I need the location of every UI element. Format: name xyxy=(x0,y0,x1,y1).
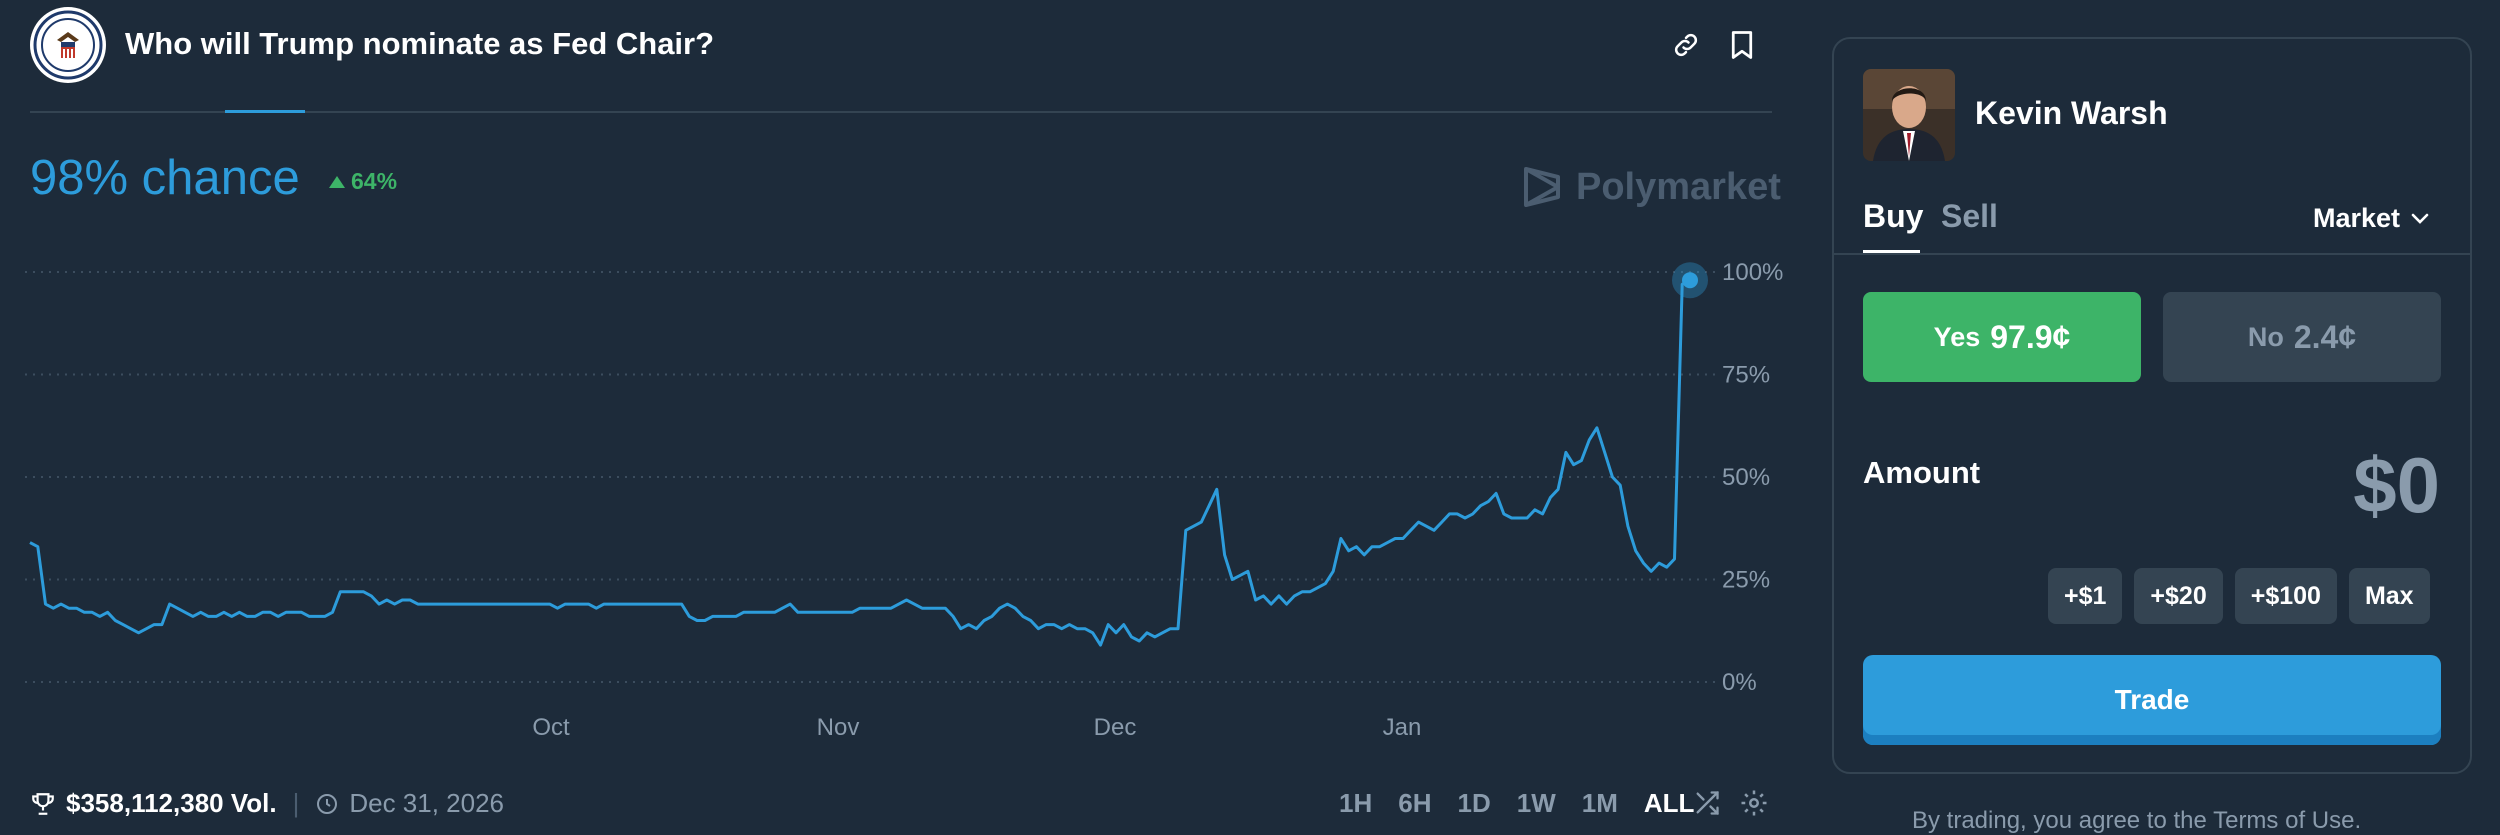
triangle-up-icon xyxy=(329,175,345,188)
y-tick-label: 100% xyxy=(1722,259,1783,286)
footer-separator: | xyxy=(292,788,300,818)
chance-delta-value: 64% xyxy=(351,168,398,194)
no-label: No xyxy=(2247,321,2284,352)
chevron-down-icon xyxy=(2411,213,2429,224)
x-tick-label: Jan xyxy=(1383,714,1422,741)
market-logo-icon xyxy=(30,7,106,83)
buy-yes-button[interactable]: Yes 97.9¢ xyxy=(1863,292,2141,382)
link-icon[interactable] xyxy=(1667,26,1705,64)
add-1-button[interactable]: +$1 xyxy=(2048,568,2123,624)
current-point xyxy=(1682,272,1698,289)
price-line xyxy=(29,278,1691,647)
max-button[interactable]: Max xyxy=(2348,568,2430,624)
amount-label: Amount xyxy=(1863,455,1981,490)
yes-price: 97.9¢ xyxy=(1990,318,2071,355)
shuffle-icon[interactable] xyxy=(1690,786,1724,820)
price-chart[interactable]: 100% 75% 50% 25% 0% Oct Nov Dec Jan xyxy=(0,240,1790,760)
amount-input[interactable]: $0 xyxy=(2280,440,2440,531)
settings-gear-icon[interactable] xyxy=(1737,786,1771,820)
market-title: Who will Trump nominate as Fed Chair? xyxy=(125,26,715,61)
add-20-button[interactable]: +$20 xyxy=(2134,568,2223,624)
range-1d[interactable]: 1D xyxy=(1445,788,1504,819)
chance-delta: 64% xyxy=(328,168,397,195)
y-tick-label: 25% xyxy=(1722,567,1770,594)
volume-text: $358,112,380 Vol. xyxy=(66,788,277,818)
polymarket-logo-icon xyxy=(1524,167,1560,207)
x-tick-label: Oct xyxy=(532,714,570,741)
range-1m[interactable]: 1M xyxy=(1569,788,1631,819)
chance-value: 98% chance xyxy=(30,151,300,205)
trophy-icon xyxy=(32,792,54,815)
y-tick-label: 75% xyxy=(1722,362,1770,389)
amount-chips: +$1 +$20 +$100 Max xyxy=(2048,568,2430,624)
watermark-text: Polymarket xyxy=(1576,165,1781,208)
y-tick-label: 0% xyxy=(1722,669,1757,696)
range-6h[interactable]: 6H xyxy=(1385,788,1444,819)
order-type-label: Market xyxy=(2313,203,2401,233)
tab-sell[interactable]: Sell xyxy=(1941,198,1998,235)
no-price: 2.4¢ xyxy=(2293,318,2357,355)
candidate-name: Kevin Warsh xyxy=(1975,95,2168,131)
panel-divider xyxy=(1834,253,2470,255)
tab-buy[interactable]: Buy xyxy=(1863,198,1923,235)
yes-label: Yes xyxy=(1933,321,1981,352)
order-type-dropdown[interactable]: Market xyxy=(2313,203,2430,234)
terms-text: By trading, you agree to the Terms of Us… xyxy=(1912,807,2362,834)
market-stats: $358,112,380 Vol. | Dec 31, 2026 xyxy=(30,788,504,819)
candidate-avatar xyxy=(1863,69,1955,161)
end-date: Dec 31, 2026 xyxy=(349,788,505,818)
clock-icon xyxy=(317,793,338,814)
buy-no-button[interactable]: No 2.4¢ xyxy=(2163,292,2441,382)
bookmark-icon[interactable] xyxy=(1723,26,1761,64)
time-range-selector: 1H 6H 1D 1W 1M ALL xyxy=(1326,788,1707,819)
x-tick-label: Nov xyxy=(817,714,860,741)
trade-button[interactable]: Trade xyxy=(1863,655,2441,745)
polymarket-watermark: Polymarket xyxy=(1522,165,1781,209)
x-tick-label: Dec xyxy=(1094,714,1137,741)
add-100-button[interactable]: +$100 xyxy=(2234,568,2337,624)
y-tick-label: 50% xyxy=(1722,464,1770,491)
range-1w[interactable]: 1W xyxy=(1504,788,1569,819)
range-1h[interactable]: 1H xyxy=(1326,788,1385,819)
active-tab-indicator xyxy=(225,110,305,113)
